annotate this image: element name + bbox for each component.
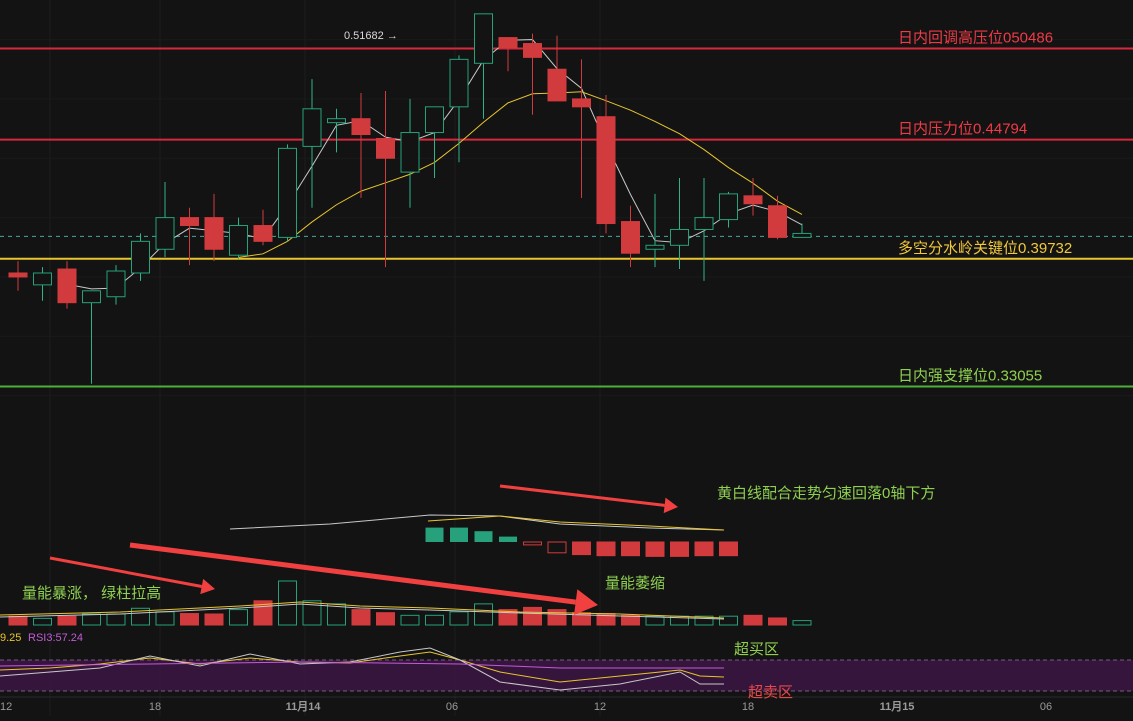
macd-histogram-bar xyxy=(621,541,640,557)
candle-body xyxy=(155,217,175,250)
candle-body xyxy=(253,225,273,242)
macd-histogram-bar xyxy=(425,527,444,542)
x-tick-label: 11月15 xyxy=(880,700,915,713)
x-tick-label: 11月14 xyxy=(286,700,322,713)
volume-bar xyxy=(523,606,542,626)
macd-histogram-bar xyxy=(474,531,493,542)
volume-bar xyxy=(180,613,199,626)
macd-histogram-bar xyxy=(596,541,616,557)
x-tick-label: 12 xyxy=(0,701,12,713)
candle-body xyxy=(694,217,714,230)
candle-body xyxy=(547,68,567,102)
macd-histogram-bar xyxy=(694,541,714,557)
volume-bar xyxy=(400,614,420,626)
volume-bar xyxy=(8,615,28,626)
macd-histogram-bar xyxy=(450,527,468,542)
macd-histogram-bar xyxy=(572,541,591,556)
volume-bar xyxy=(82,613,101,626)
candle-body xyxy=(229,225,248,256)
candle-body xyxy=(645,244,665,250)
oversold-label: 超卖区 xyxy=(748,684,793,701)
candle-body xyxy=(768,205,787,238)
candle-body xyxy=(523,43,542,58)
level-label-resistance: 日内压力位0.44794 xyxy=(898,121,1027,138)
rsi-band xyxy=(0,660,1133,691)
macd-histogram-bar xyxy=(719,541,738,557)
candle-body xyxy=(376,137,395,159)
volume-bar xyxy=(204,613,224,626)
candle-body xyxy=(400,132,420,173)
volume-bar xyxy=(792,620,812,626)
candle-body xyxy=(621,221,640,254)
candle-body xyxy=(180,217,199,227)
volume-bar xyxy=(449,611,469,626)
candle-body xyxy=(204,217,224,250)
macd-histogram-bar xyxy=(670,541,689,557)
candle-body xyxy=(474,13,493,64)
candlestick-chart-svg[interactable]: 日内回调高压位050486 日内压力位0.44794 多空分水岭关键位0.39732… xyxy=(0,0,1133,716)
level-label-support: 日内强支撑位0.33055 xyxy=(898,368,1042,385)
level-label-resistance: 日内回调高压位050486 xyxy=(898,29,1053,46)
volume-bar xyxy=(229,609,248,626)
level-label-key_level: 多空分水岭关键位0.39732 xyxy=(898,240,1072,257)
candle-body xyxy=(106,270,126,298)
candle-body xyxy=(82,290,101,304)
volume-bar xyxy=(376,612,395,626)
x-tick-label: 18 xyxy=(742,701,754,713)
overbought-label: 超买区 xyxy=(734,641,779,658)
x-tick-label: 06 xyxy=(1040,701,1052,713)
candle-body xyxy=(8,272,28,278)
macd-histogram-bar xyxy=(645,541,665,557)
volume-bar xyxy=(351,609,371,626)
candle-body xyxy=(302,108,322,147)
volume-bar xyxy=(547,609,567,626)
peak-price-label: 0.51682 → xyxy=(344,30,398,42)
x-tick-label: 12 xyxy=(594,701,606,713)
volume-shrink-annotation: 量能萎缩 xyxy=(605,575,665,592)
candle-body xyxy=(498,37,518,48)
candle-body xyxy=(572,98,591,108)
volume-bar xyxy=(425,614,444,626)
volume-bar xyxy=(57,615,77,626)
candle-body xyxy=(33,272,52,286)
candle-body xyxy=(449,58,469,108)
candle-body xyxy=(670,228,689,246)
volume-bar xyxy=(106,613,126,626)
volume-surge-annotation: 量能暴涨， 绿柱拉高 xyxy=(22,585,161,602)
volume-bar xyxy=(474,603,493,626)
rsi-name-label: RSI3:57.24 xyxy=(28,632,83,644)
candle-body xyxy=(57,268,77,304)
candle-body xyxy=(327,118,346,124)
volume-bar xyxy=(155,611,175,626)
rsi-value-label: 9.25 xyxy=(0,632,21,644)
macd-annotation: 黄白线配合走势匀速回落0轴下方 xyxy=(717,485,935,502)
candle-body xyxy=(719,193,738,221)
candle-body xyxy=(351,118,371,136)
volume-bar xyxy=(743,614,763,626)
candle-body xyxy=(596,116,616,225)
volume-bar xyxy=(768,617,787,626)
candle-body xyxy=(278,147,297,238)
volume-bar xyxy=(33,617,52,626)
candle-body xyxy=(131,240,150,274)
macd-histogram-bar xyxy=(499,536,517,542)
x-tick-label: 06 xyxy=(446,701,458,713)
chart-area[interactable]: 日内回调高压位050486 日内压力位0.44794 多空分水岭关键位0.39732… xyxy=(0,0,1133,716)
candle-body xyxy=(425,106,444,134)
candle-body xyxy=(743,195,763,205)
x-tick-label: 18 xyxy=(149,701,161,713)
candle-body xyxy=(792,232,812,238)
